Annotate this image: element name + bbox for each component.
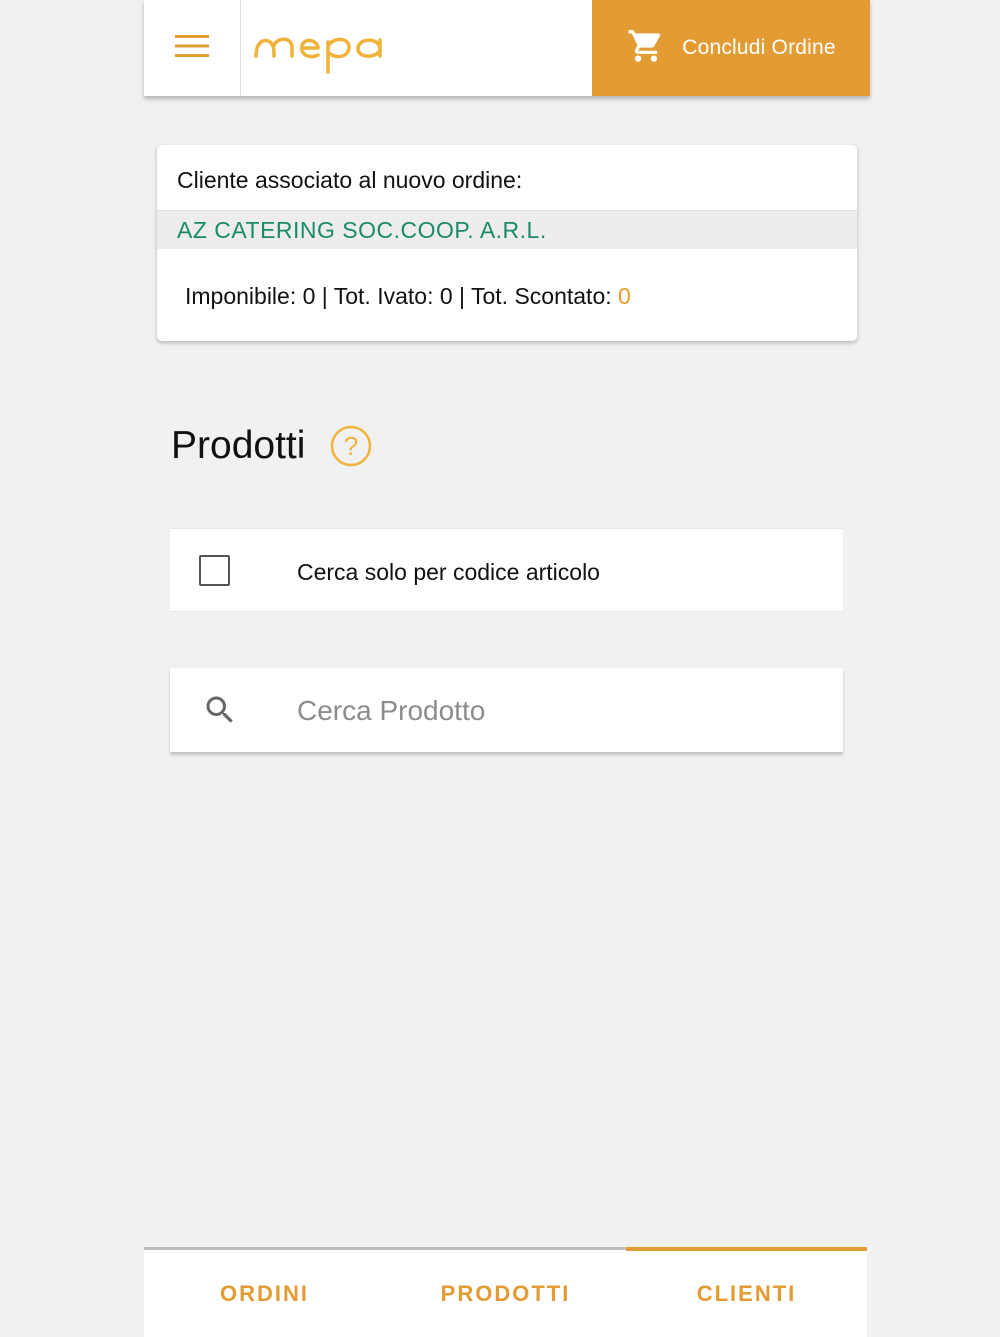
tab-ordini[interactable]: ORDINI (144, 1250, 385, 1337)
scontato-value: 0 (618, 283, 631, 309)
client-card: Cliente associato al nuovo ordine: AZ CA… (157, 145, 857, 341)
totals-text: Imponibile: 0 | Tot. Ivato: 0 | Tot. Sco… (185, 283, 619, 309)
help-icon[interactable]: ? (330, 425, 372, 467)
help-symbol: ? (344, 431, 358, 461)
products-heading: Prodotti (171, 424, 306, 467)
conclude-order-button[interactable]: Concludi Ordine (592, 0, 870, 96)
client-name: AZ CATERING SOC.COOP. A.R.L. (177, 217, 547, 243)
code-only-checkbox[interactable] (199, 555, 230, 586)
app-root: Concludi Ordine Cliente associato al nuo… (144, 0, 870, 1337)
cart-icon (626, 27, 666, 70)
order-totals: Imponibile: 0 | Tot. Ivato: 0 | Tot. Sco… (185, 283, 631, 310)
code-only-row[interactable]: Cerca solo per codice articolo (170, 528, 843, 612)
bottom-tabs: ORDINI PRODOTTI CLIENTI (144, 1247, 867, 1337)
menu-button[interactable] (144, 0, 241, 96)
conclude-order-label: Concludi Ordine (682, 36, 836, 59)
code-only-label: Cerca solo per codice articolo (297, 559, 600, 585)
menu-icon (175, 33, 209, 64)
search-icon (202, 692, 238, 728)
tab-clienti[interactable]: CLIENTI (626, 1247, 867, 1337)
client-name-row[interactable]: AZ CATERING SOC.COOP. A.R.L. (157, 210, 857, 249)
tab-prodotti[interactable]: PRODOTTI (385, 1250, 626, 1337)
search-input[interactable] (295, 686, 819, 736)
app-header: Concludi Ordine (144, 0, 870, 96)
client-card-title: Cliente associato al nuovo ordine: (177, 167, 523, 193)
mepa-logo (254, 28, 404, 76)
product-search (170, 668, 843, 752)
